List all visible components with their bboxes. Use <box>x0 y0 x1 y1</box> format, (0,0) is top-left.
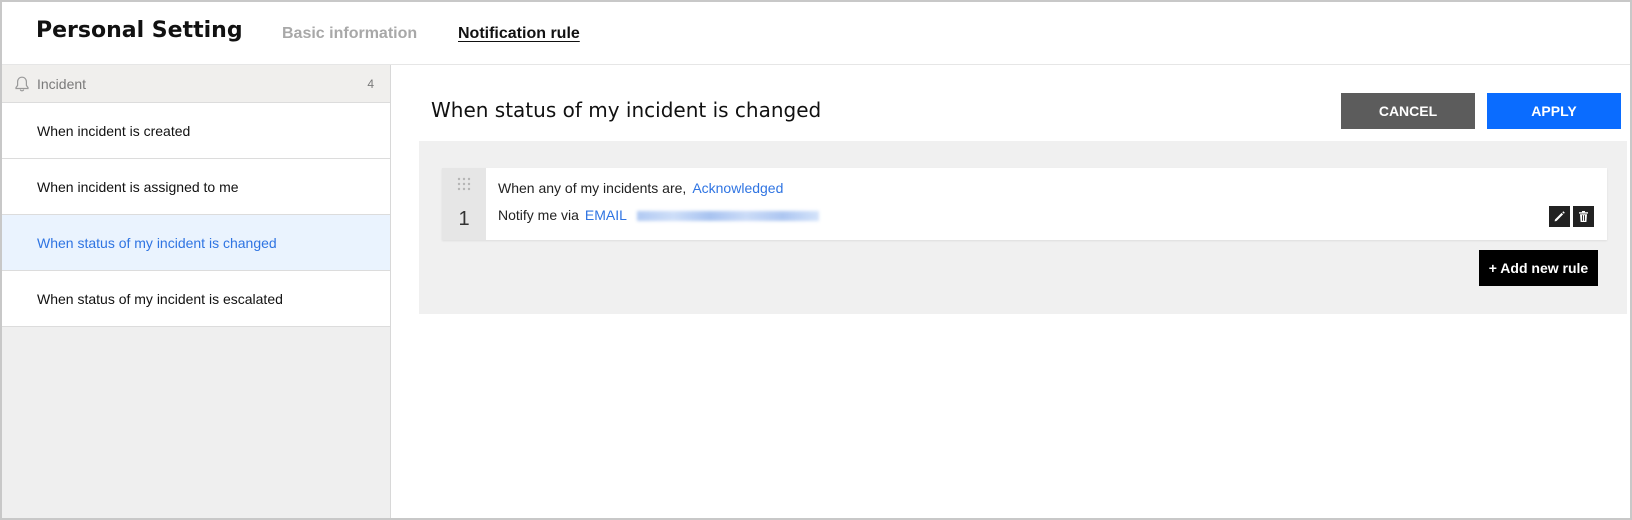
tab-basic-information[interactable]: Basic information <box>282 25 417 43</box>
sidebar-item-status-changed[interactable]: When status of my incident is changed <box>2 215 390 271</box>
rule-condition: When any of my incidents are, Acknowledge… <box>498 180 783 196</box>
sidebar-list: When incident is created When incident i… <box>2 103 390 327</box>
add-new-rule-button[interactable]: + Add new rule <box>1479 250 1598 286</box>
rules-panel: 1 When any of my incidents are, Acknowled… <box>419 141 1627 314</box>
pencil-icon <box>1554 211 1565 222</box>
page-header: Personal Setting Basic information Notif… <box>2 2 1630 65</box>
sidebar-item-label: When incident is created <box>37 123 191 139</box>
apply-button[interactable]: APPLY <box>1487 93 1621 129</box>
rule-notify: Notify me via EMAIL <box>498 207 819 223</box>
sidebar-item-incident-assigned[interactable]: When incident is assigned to me <box>2 159 390 215</box>
rule-condition-prefix: When any of my incidents are, <box>498 180 687 196</box>
rule-card: 1 When any of my incidents are, Acknowled… <box>442 168 1607 240</box>
sidebar-item-label: When incident is assigned to me <box>37 179 239 195</box>
drag-handle-icon <box>457 177 471 191</box>
main-content: When status of my incident is changed CA… <box>392 65 1630 518</box>
bell-icon <box>15 76 29 92</box>
sidebar-section-count: 4 <box>367 77 374 91</box>
section-title: When status of my incident is changed <box>431 98 822 122</box>
sidebar-item-incident-created[interactable]: When incident is created <box>2 103 390 159</box>
sidebar-section-header: Incident 4 <box>2 65 390 103</box>
rule-notify-channel[interactable]: EMAIL <box>585 207 627 223</box>
delete-rule-button[interactable] <box>1573 206 1594 227</box>
redacted-email-address <box>636 211 819 222</box>
cancel-button[interactable]: CANCEL <box>1341 93 1475 129</box>
sidebar-item-label: When status of my incident is escalated <box>37 291 283 307</box>
sidebar-item-status-escalated[interactable]: When status of my incident is escalated <box>2 271 390 327</box>
trash-icon <box>1579 211 1588 222</box>
tab-notification-rule[interactable]: Notification rule <box>458 25 580 43</box>
rule-drag-handle[interactable]: 1 <box>442 168 486 240</box>
sidebar-item-label: When status of my incident is changed <box>37 235 277 251</box>
rule-condition-value[interactable]: Acknowledged <box>692 180 783 196</box>
rule-number: 1 <box>458 208 470 230</box>
page-title: Personal Setting <box>36 18 243 43</box>
app-window: Personal Setting Basic information Notif… <box>0 0 1632 520</box>
rule-notify-prefix: Notify me via <box>498 207 579 223</box>
edit-rule-button[interactable] <box>1549 206 1570 227</box>
sidebar: Incident 4 When incident is created When… <box>2 65 391 518</box>
sidebar-section-title: Incident <box>37 76 87 92</box>
